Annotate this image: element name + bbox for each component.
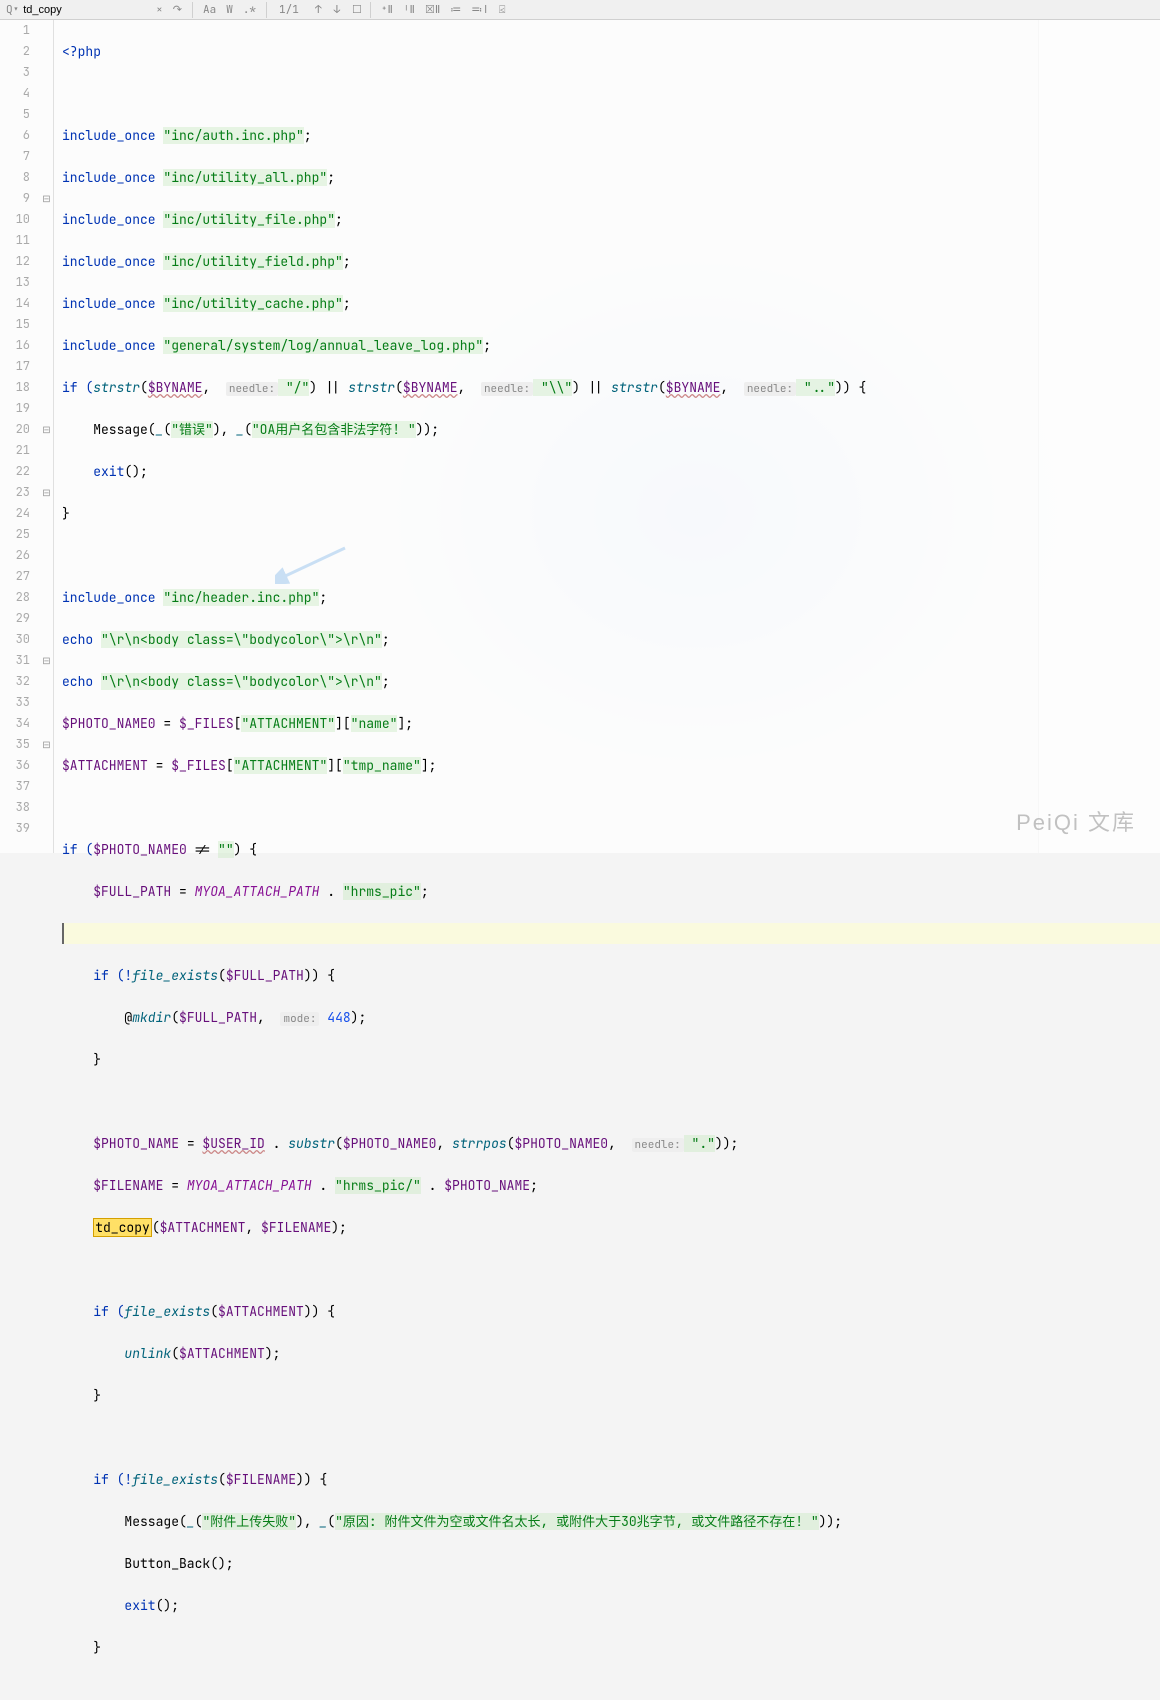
- select-all-icon[interactable]: ᴵⅡ: [401, 3, 417, 17]
- match-case-toggle[interactable]: Aa: [201, 3, 218, 17]
- find-toolbar: Q▾ × ↷ Aa W .* 1/1 ↑ ↓ ☐ ⁺Ⅱ ᴵⅡ ☒Ⅱ ≔ ≕∣ ⍃: [0, 0, 1160, 20]
- separator: [266, 2, 267, 18]
- separator: [192, 2, 193, 18]
- close-icon[interactable]: ×: [154, 3, 165, 17]
- search-icon: Q▾: [6, 3, 19, 17]
- select-occurrences-alt-icon[interactable]: ≕∣: [469, 3, 491, 17]
- prev-match-icon[interactable]: ↑: [313, 3, 324, 17]
- match-word-toggle[interactable]: W: [224, 3, 235, 17]
- new-window-icon[interactable]: ☐: [350, 3, 364, 17]
- code-area[interactable]: <?php include_once "inc/auth.inc.php"; i…: [54, 20, 1160, 853]
- search-box: Q▾ × ↷: [0, 3, 190, 17]
- filter-icon[interactable]: ⍃: [497, 3, 508, 17]
- search-input[interactable]: [23, 4, 143, 16]
- editor: 1234567891011121314151617181920212223242…: [0, 20, 1160, 853]
- add-selection-icon[interactable]: ⁺Ⅱ: [379, 3, 395, 17]
- match-counter: 1/1: [269, 3, 309, 17]
- history-icon[interactable]: ↷: [171, 3, 184, 17]
- regex-toggle[interactable]: .*: [241, 3, 258, 17]
- select-occurrences-icon[interactable]: ≔: [448, 3, 463, 17]
- separator: [370, 2, 371, 18]
- fold-column: ⊟⊟⊟⊟⊟: [40, 20, 54, 853]
- search-highlight: td_copy: [93, 1218, 152, 1237]
- next-match-icon[interactable]: ↓: [331, 3, 342, 17]
- remove-selection-icon[interactable]: ☒Ⅱ: [423, 3, 442, 17]
- line-number-gutter: 1234567891011121314151617181920212223242…: [0, 20, 40, 853]
- current-line: [62, 923, 1160, 944]
